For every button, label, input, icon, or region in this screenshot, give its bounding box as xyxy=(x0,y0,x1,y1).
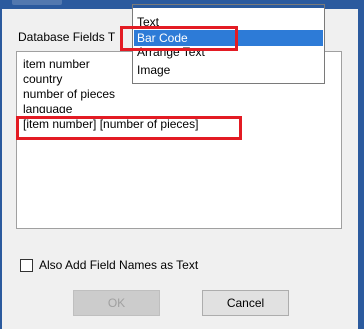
list-item[interactable]: country xyxy=(23,72,62,87)
list-item[interactable]: number of pieces xyxy=(23,87,115,102)
title-fragment xyxy=(12,0,62,5)
window-border-right xyxy=(358,9,364,329)
list-item[interactable]: language xyxy=(23,102,72,113)
add-field-names-option[interactable]: Also Add Field Names as Text xyxy=(20,257,198,273)
dropdown-item-image[interactable]: Image xyxy=(134,62,323,78)
dropdown-top-edge xyxy=(133,5,324,8)
database-fields-label: Database Fields T xyxy=(18,30,116,44)
list-item[interactable]: item number xyxy=(23,57,90,72)
add-field-names-checkbox[interactable] xyxy=(20,258,33,272)
cancel-button[interactable]: Cancel xyxy=(202,290,289,316)
ok-button[interactable]: OK xyxy=(73,290,160,316)
highlight-combined-fields xyxy=(16,116,242,140)
add-field-names-label[interactable]: Also Add Field Names as Text xyxy=(39,258,198,272)
highlight-bar-code xyxy=(120,26,238,51)
